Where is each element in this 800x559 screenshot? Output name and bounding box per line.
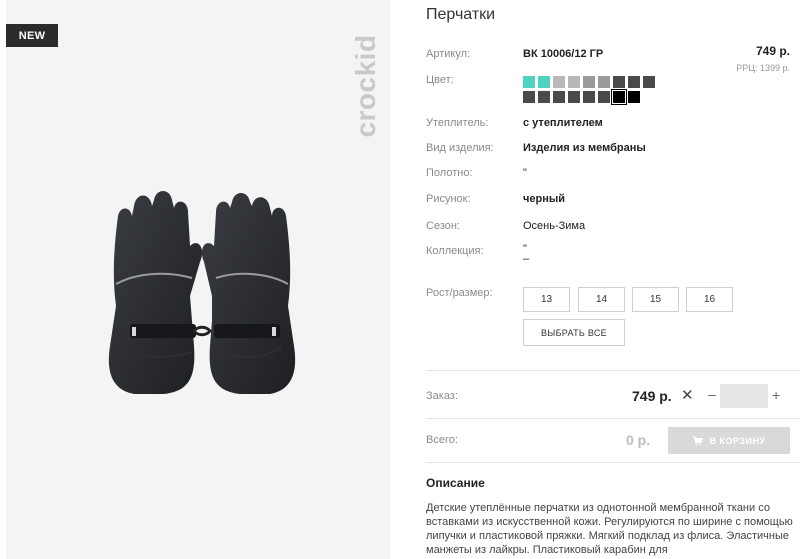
size-button-13[interactable]: 13 [523, 287, 570, 312]
add-to-cart-button[interactable]: В КОРЗИНУ [668, 427, 790, 454]
decrement-button[interactable]: – [706, 386, 718, 402]
new-badge: NEW [6, 24, 58, 47]
color-swatch[interactable] [523, 91, 535, 103]
swatch-row [523, 89, 673, 105]
divider [426, 370, 800, 371]
color-swatch[interactable] [583, 91, 595, 103]
order-price: 749 р. [632, 388, 672, 404]
insulation-value: с утеплителем [523, 117, 603, 129]
swatch-row [523, 76, 673, 88]
size-button-16[interactable]: 16 [686, 287, 733, 312]
color-swatch[interactable] [538, 91, 550, 103]
color-swatch[interactable] [553, 76, 565, 88]
product-type-value: Изделия из мембраны [523, 142, 646, 154]
product-type-label: Вид изделия: [426, 142, 494, 154]
divider [426, 462, 800, 463]
article-value: ВК 10006/12 ГР [523, 48, 604, 60]
increment-button[interactable]: + [772, 387, 780, 403]
product-title: Перчатки [426, 6, 496, 23]
color-swatch[interactable] [628, 76, 640, 88]
description-text: Детские утеплённые перчатки из однотонно… [426, 502, 793, 556]
color-swatch[interactable] [583, 76, 595, 88]
color-swatch[interactable] [598, 91, 610, 103]
color-swatch[interactable] [613, 76, 625, 88]
brand-logo: crockid [350, 34, 381, 138]
color-swatches [523, 76, 673, 106]
order-label: Заказ: [426, 390, 458, 402]
season-label: Сезон: [426, 220, 460, 232]
add-to-cart-label: В КОРЗИНУ [709, 435, 766, 446]
product-price: 749 р. [755, 44, 790, 58]
fabric-value: " [523, 167, 527, 179]
size-label: Рост/размер: [426, 287, 493, 299]
rrp-price: РРЦ: 1399 р. [736, 63, 790, 73]
select-all-button[interactable]: ВЫБРАТЬ ВСЕ [523, 319, 625, 346]
product-image[interactable]: NEW crockid [6, 0, 390, 559]
collection-label: Коллекция: [426, 245, 484, 257]
color-swatch[interactable] [553, 91, 565, 103]
size-button-15[interactable]: 15 [632, 287, 679, 312]
cart-icon [693, 436, 704, 446]
insulation-label: Утеплитель: [426, 117, 489, 129]
collection-extra: – [523, 253, 530, 265]
description-title: Описание [426, 476, 485, 490]
color-swatch[interactable] [568, 76, 580, 88]
article-label: Артикул: [426, 48, 471, 60]
color-swatch[interactable] [598, 76, 610, 88]
pattern-label: Рисунок: [426, 193, 471, 205]
color-swatch[interactable] [628, 91, 640, 103]
color-swatch[interactable] [523, 76, 535, 88]
size-button-14[interactable]: 14 [578, 287, 625, 312]
color-swatch[interactable] [611, 89, 627, 105]
close-icon[interactable]: ✕ [681, 386, 694, 404]
gloves-image [108, 191, 296, 394]
color-swatch[interactable] [538, 76, 550, 88]
pattern-value: черный [523, 193, 566, 205]
fabric-label: Полотно: [426, 167, 473, 179]
divider [426, 418, 800, 419]
color-label: Цвет: [426, 74, 454, 86]
total-value: 0 р. [626, 432, 651, 448]
color-swatch[interactable] [643, 76, 655, 88]
total-label: Всего: [426, 434, 458, 446]
color-swatch[interactable] [568, 91, 580, 103]
season-value: Осень-Зима [523, 220, 586, 232]
quantity-input[interactable] [720, 384, 768, 408]
